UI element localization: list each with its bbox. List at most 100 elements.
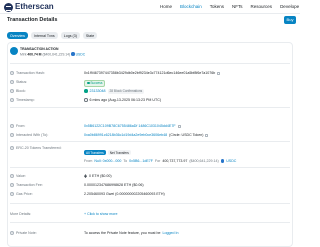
block-confirmations-badge: 28 Block Confirmations (107, 88, 145, 94)
fee-label-text: Transaction Fee: (16, 183, 43, 187)
show-more-link[interactable]: + Click to show more (84, 212, 117, 216)
usdc-icon (71, 52, 75, 56)
tab-net-transfers[interactable]: Net Transfers (107, 150, 131, 155)
hash-text: 0x1f9467397447358b3429db0e2bf9234e3c7741… (84, 71, 216, 75)
help-icon[interactable]: ? (10, 146, 14, 150)
divider (10, 141, 290, 142)
from-label-text: From: (16, 124, 26, 128)
action-amount: 400.74 M (27, 52, 42, 57)
more-details-label-text: More Details: (10, 212, 32, 216)
nav-tokens[interactable]: Tokens (210, 4, 224, 9)
private-note-text: To access the Private Note feature, you … (84, 231, 161, 235)
tab-internal-txns[interactable]: Internal Txns (30, 32, 58, 39)
help-icon[interactable]: ? (10, 124, 14, 128)
transfer-usd: ($400,641,229.14) (189, 159, 219, 163)
timestamp-label-text: Timestamp: (16, 98, 35, 102)
timestamp-label: ? Timestamp: (10, 98, 35, 102)
fee-value: 0.000012347686998628 ETH ($0.06) (84, 183, 144, 187)
tab-all-transfers[interactable]: All Transfers (84, 150, 106, 155)
divider (10, 203, 290, 204)
block-label-text: Block: (16, 89, 26, 93)
eth-icon (84, 174, 87, 178)
detail-tabs: Overview Internal Txns Logs (3) State (7, 32, 98, 39)
action-token-link[interactable]: USDC (76, 53, 86, 57)
transfer-from-prefix: From (84, 159, 93, 163)
transfer-to-prefix: To (123, 159, 128, 163)
transaction-action-label: TRANSACTION ACTION (20, 47, 59, 51)
copy-icon[interactable] (217, 71, 221, 75)
to-value: 0xa0b86991c6218b36c1d19d4a2e9eb0ce3606eb… (84, 133, 209, 137)
help-icon[interactable]: ? (10, 89, 14, 93)
to-label-text: Interacted With (To): (16, 133, 49, 137)
help-icon[interactable]: ? (10, 80, 14, 84)
gas-label: ? Gas Price: (10, 192, 33, 196)
usdc-icon (220, 159, 225, 163)
timestamp-value: 6 mins ago (Aug-13-2025 06:13:23 PM UTC) (84, 98, 161, 102)
divider (10, 63, 290, 64)
hash-label: ? Transaction Hash: (10, 71, 45, 75)
nav-resources[interactable]: Resources (251, 4, 273, 9)
nav-nfts[interactable]: NFTs (232, 4, 243, 9)
nav-blockchain[interactable]: Blockchain (180, 4, 202, 9)
value-label-text: Value: (16, 174, 26, 178)
help-icon[interactable]: ? (10, 71, 14, 75)
etherscan-logo-icon (4, 2, 13, 12)
block-link[interactable]: 23133048 (90, 89, 106, 93)
private-note-label: ? Private Note: (10, 231, 37, 235)
help-icon[interactable]: ? (10, 98, 14, 102)
transfer-from-link[interactable]: Null: 0x000...000 (94, 159, 121, 163)
transfers-toggle: All Transfers Net Transfers (84, 150, 131, 155)
status-badge: Success (84, 79, 106, 87)
private-note-label-text: Private Note: (16, 231, 37, 235)
hash-label-text: Transaction Hash: (16, 71, 46, 75)
transfer-amount: 400,737,773.97 (162, 159, 188, 163)
help-icon[interactable]: ? (10, 174, 14, 178)
help-icon[interactable]: ? (10, 192, 14, 196)
copy-icon[interactable] (205, 133, 209, 137)
etherscan-logo[interactable]: Etherscan (4, 2, 54, 12)
block-value: 23133048 28 Block Confirmations (84, 88, 145, 94)
help-icon[interactable]: ? (10, 183, 14, 187)
clock-icon (84, 98, 88, 102)
block-label: ? Block: (10, 89, 26, 93)
value-value: 0 ETH ($0.00) (84, 174, 112, 178)
transfer-item: From Null: 0x000...000 To 0x5B6...1dE7F … (84, 159, 236, 163)
tab-overview[interactable]: Overview (7, 32, 28, 39)
nav-developers[interactable]: Develope (280, 4, 299, 9)
top-nav-bar: Etherscan Home Blockchain Tokens NFTs Re… (0, 0, 300, 14)
help-icon[interactable]: ? (10, 133, 14, 137)
tab-logs[interactable]: Logs (3) (60, 32, 80, 39)
check-icon (84, 89, 88, 93)
from-label: ? From: (10, 124, 25, 128)
transfer-for: For (154, 159, 161, 163)
from-value: 0x5B6122C109B78C6755486aDf 1486C1031045d… (84, 124, 181, 128)
nav-home[interactable]: Home (160, 4, 172, 9)
transaction-action: TRANSACTION ACTION Mint 400.74 M ($400,6… (10, 46, 90, 60)
gas-value: 2.205460093 Gwei (0.000000002205460093 E… (84, 192, 165, 196)
logo-text: Etherscan (15, 2, 54, 11)
timestamp-text: 6 mins ago (Aug-13-2025 06:13:23 PM UTC) (89, 98, 162, 102)
to-address-link[interactable]: 0xa0b86991c6218b36c1d19d4a2e9eb0ce3606eb… (84, 133, 167, 137)
status-text: Success (90, 81, 103, 85)
transfer-to-link[interactable]: 0x5B6...1dE7F (129, 159, 153, 163)
login-link[interactable]: Logged In (163, 231, 179, 235)
divider (10, 167, 290, 168)
help-icon[interactable]: ? (10, 231, 14, 235)
status-label-text: Status: (16, 80, 28, 84)
action-verb: Mint (20, 52, 27, 57)
to-label: ? Interacted With (To): (10, 133, 48, 137)
to-name: (Circle: USDC Token) (169, 133, 204, 137)
from-address-link[interactable]: 0x5B6122C109B78C6755486aDf 1486C1031045d… (84, 124, 176, 128)
status-label: ? Status: (10, 80, 27, 84)
transfer-token-link[interactable]: USDC (226, 159, 236, 163)
transaction-action-desc: Mint 400.74 M ($400,641,229.14) USDC (20, 52, 85, 57)
copy-icon[interactable] (177, 124, 181, 128)
buy-button[interactable]: Buy (284, 16, 296, 24)
main-nav: Home Blockchain Tokens NFTs Resources De… (160, 4, 299, 9)
tab-state[interactable]: State (82, 32, 98, 39)
page-title: Transaction Details (7, 17, 58, 23)
value-text: 0 ETH ($0.00) (89, 174, 112, 178)
transfers-label: ? ERC-20 Tokens Transferred: (10, 146, 61, 150)
private-note-value: To access the Private Note feature, you … (84, 231, 179, 235)
lightning-icon (10, 47, 18, 55)
